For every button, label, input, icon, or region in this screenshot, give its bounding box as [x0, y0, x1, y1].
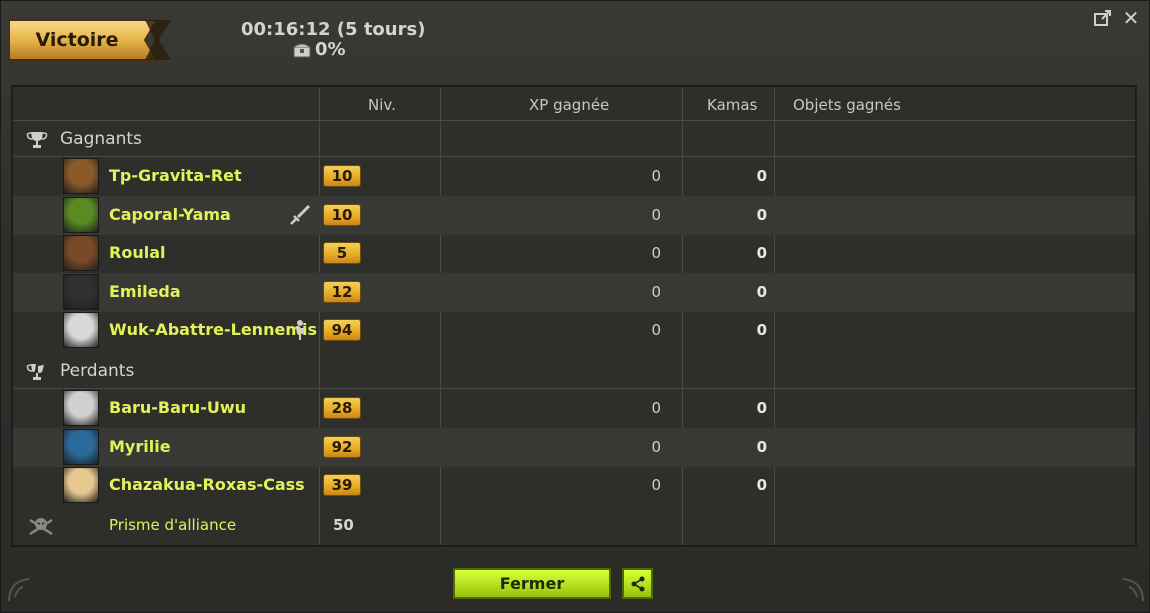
xp-value: 0: [651, 437, 661, 456]
kamas-value: 0: [756, 476, 767, 495]
player-name[interactable]: Chazakua-Roxas-Cass: [109, 475, 305, 494]
winners-label: Gagnants: [60, 129, 142, 149]
share-icon: [631, 576, 644, 591]
player-name[interactable]: Tp-Gravita-Ret: [109, 166, 242, 185]
level-badge: 10: [323, 165, 361, 187]
level-badge: 94: [323, 319, 361, 342]
xp-value: 0: [651, 476, 661, 495]
player-name[interactable]: Baru-Baru-Uwu: [109, 398, 246, 417]
xp-value: 0: [651, 205, 661, 224]
kamas-value: 0: [756, 399, 767, 417]
detach-icon[interactable]: [1089, 5, 1117, 31]
avatar: [63, 158, 99, 194]
header-xp: XP gagnée: [529, 96, 610, 114]
table-header: Niv. XP gagnée Kamas Objets gagnés: [13, 87, 1135, 121]
fight-result-window: Victoire 00:16:12 (5 tours) 0% ✕ Niv. XP…: [0, 0, 1150, 613]
avatar: [63, 273, 99, 310]
avatar: [63, 196, 99, 233]
xp-value: 0: [651, 321, 661, 340]
player-row[interactable]: Emileda 12 0 0: [13, 272, 1135, 312]
avatar: [63, 312, 99, 349]
result-ribbon: Victoire: [9, 18, 171, 62]
kamas-value: 0: [756, 282, 767, 301]
corner-ornament-icon: [8, 578, 30, 602]
close-button[interactable]: Fermer: [453, 568, 611, 599]
level-badge: 28: [323, 397, 361, 419]
xp-value: 0: [651, 282, 661, 301]
level-badge: 92: [323, 435, 361, 458]
player-name[interactable]: Wuk-Abattre-Lennemis: [109, 320, 317, 339]
avatar: [63, 235, 99, 272]
level-badge: 12: [323, 280, 361, 303]
player-row[interactable]: Tp-Gravita-Ret 10 0 0: [13, 157, 1135, 196]
xp-value: 0: [651, 244, 661, 263]
group-losers: Perdants: [13, 353, 1135, 387]
avatar: [63, 428, 99, 465]
trophy-icon: [26, 132, 48, 148]
header-kamas: Kamas: [707, 96, 758, 114]
player-name[interactable]: Caporal-Yama: [109, 205, 231, 224]
level-badge: 5: [323, 242, 361, 265]
kamas-value: 0: [756, 321, 767, 340]
player-name[interactable]: Roulal: [109, 243, 165, 262]
corner-ornament-icon: [1122, 578, 1144, 602]
skull-icon: [29, 518, 53, 536]
kamas-value: 0: [756, 167, 767, 185]
chest-icon: [293, 43, 311, 57]
share-button[interactable]: [622, 568, 653, 599]
kamas-value: 0: [756, 437, 767, 456]
player-icon: [289, 319, 311, 341]
player-row[interactable]: Myrilie 92 0 0: [13, 427, 1135, 467]
avatar: [63, 390, 99, 426]
player-row[interactable]: Roulal 5 0 0: [13, 234, 1135, 273]
xp-value: 0: [651, 167, 661, 185]
prism-row: Prisme d'alliance 50: [13, 506, 1135, 545]
kamas-value: 0: [756, 244, 767, 263]
kamas-value: 0: [756, 205, 767, 224]
broken-trophy-icon: [26, 364, 44, 380]
player-row[interactable]: Wuk-Abattre-Lennemis 94 0 0: [13, 311, 1135, 350]
result-label: Victoire: [35, 29, 119, 51]
results-table: Niv. XP gagnée Kamas Objets gagnés Gagna…: [11, 85, 1137, 547]
progress-percent: 0%: [315, 39, 346, 60]
player-row[interactable]: Caporal-Yama 10 0 0: [13, 195, 1135, 235]
player-name[interactable]: Myrilie: [109, 437, 171, 456]
header-niv: Niv.: [368, 96, 396, 114]
avatar: [63, 467, 99, 504]
xp-value: 0: [651, 399, 661, 417]
prism-label: Prisme d'alliance: [109, 516, 237, 534]
group-winners: Gagnants: [13, 121, 1135, 155]
level-badge: 39: [323, 474, 361, 497]
player-row[interactable]: Baru-Baru-Uwu 28 0 0: [13, 389, 1135, 428]
progress-readout: 0%: [293, 39, 346, 60]
sword-icon: [289, 204, 311, 226]
level-badge: 10: [323, 203, 361, 226]
window-controls: ✕: [1089, 5, 1145, 31]
player-name[interactable]: Emileda: [109, 282, 181, 301]
player-row[interactable]: Chazakua-Roxas-Cass 39 0 0: [13, 466, 1135, 505]
close-icon[interactable]: ✕: [1117, 5, 1145, 31]
prism-level: 50: [333, 516, 354, 534]
header-objects: Objets gagnés: [793, 96, 901, 114]
fight-duration: 00:16:12 (5 tours): [241, 19, 426, 40]
losers-label: Perdants: [60, 361, 135, 381]
